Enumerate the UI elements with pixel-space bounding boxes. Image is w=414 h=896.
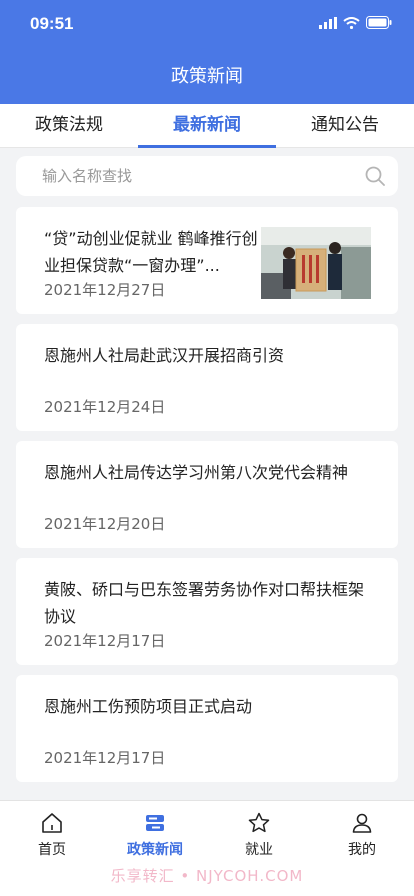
bottom-nav-profile[interactable]: 我的 (322, 811, 402, 859)
news-thumbnail (261, 227, 371, 299)
news-title: 恩施州工伤预防项目正式启动 (44, 697, 253, 716)
status-time: 09:51 (30, 14, 74, 33)
page-title: 政策新闻 (171, 66, 243, 87)
news-list: “贷”动创业促就业 鹤峰推行创业担保贷款“一窗办理”... 2021年12月27… (16, 207, 398, 792)
news-icon (146, 815, 164, 831)
news-card[interactable]: 恩施州工伤预防项目正式启动 2021年12月17日 (16, 675, 398, 782)
news-photo-image (261, 227, 371, 299)
news-date: 2021年12月24日 (44, 398, 166, 416)
bottom-nav-label: 就业 (245, 842, 273, 858)
search-input[interactable] (42, 164, 342, 188)
signal-icon (319, 16, 337, 29)
news-card[interactable]: 恩施州人社局赴武汉开展招商引资 2021年12月24日 (16, 324, 398, 431)
news-title: 恩施州人社局传达学习州第八次党代会精神 (44, 463, 349, 482)
battery-icon (366, 16, 392, 29)
bottom-nav-label: 政策新闻 (127, 842, 183, 858)
news-card[interactable]: 恩施州人社局传达学习州第八次党代会精神 2021年12月20日 (16, 441, 398, 548)
bottom-nav-label: 我的 (348, 842, 376, 858)
app-header: 09:51 政策新闻 (0, 0, 414, 104)
user-icon (352, 813, 372, 833)
watermark-text: 乐享转汇 • NJYCOH.COM (110, 867, 304, 885)
status-bar: 09:51 (0, 0, 414, 50)
search-bar (16, 156, 398, 196)
news-date: 2021年12月27日 (44, 281, 166, 299)
news-date: 2021年12月20日 (44, 515, 166, 533)
news-card[interactable]: “贷”动创业促就业 鹤峰推行创业担保贷款“一窗办理”... 2021年12月27… (16, 207, 398, 314)
tab-notices[interactable]: 通知公告 (276, 104, 414, 147)
bottom-nav-home[interactable]: 首页 (12, 811, 92, 859)
tab-policy-regulations[interactable]: 政策法规 (0, 104, 138, 147)
news-title: “贷”动创业促就业 鹤峰推行创业担保贷款“一窗办理”... (44, 229, 258, 275)
home-icon (42, 813, 62, 833)
bottom-nav-label: 首页 (38, 842, 66, 858)
bottom-nav: 首页 政策新闻 就业 我的 乐享转汇 • NJYCOH.COM (0, 800, 414, 896)
news-date: 2021年12月17日 (44, 749, 166, 767)
search-icon[interactable] (364, 165, 386, 187)
star-icon (248, 812, 270, 833)
bottom-nav-news[interactable]: 政策新闻 (115, 811, 195, 859)
wifi-icon (343, 16, 360, 29)
category-tabs: 政策法规 最新新闻 通知公告 (0, 104, 414, 148)
news-title: 黄陂、硚口与巴东签署劳务协作对口帮扶框架协议 (44, 580, 365, 626)
status-icons (319, 16, 392, 29)
tab-latest-news[interactable]: 最新新闻 (138, 104, 276, 148)
news-title: 恩施州人社局赴武汉开展招商引资 (44, 346, 285, 365)
news-card[interactable]: 黄陂、硚口与巴东签署劳务协作对口帮扶框架协议 2021年12月17日 (16, 558, 398, 665)
bottom-nav-jobs[interactable]: 就业 (219, 811, 299, 859)
news-date: 2021年12月17日 (44, 632, 166, 650)
